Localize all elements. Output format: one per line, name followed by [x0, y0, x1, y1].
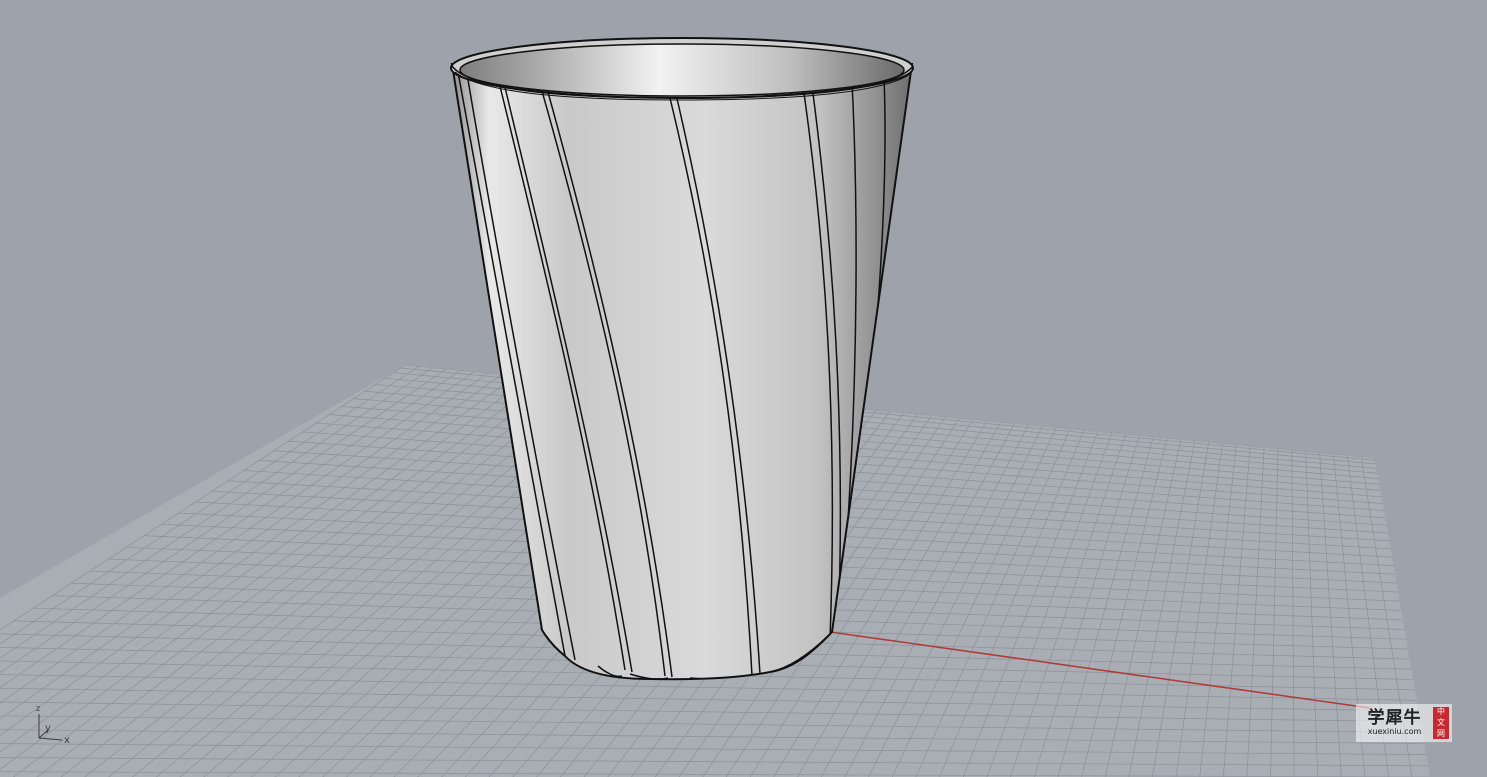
perspective-viewport[interactable]: z y x 学犀牛 xuexiniu.com 中 文 网 — [0, 0, 1487, 777]
scene-canvas[interactable] — [0, 0, 1487, 777]
watermark-url: xuexiniu.com — [1367, 726, 1422, 736]
watermark-text: 学犀牛 xuexiniu.com — [1356, 704, 1433, 742]
seal-char: 中 — [1437, 707, 1445, 717]
seal-char: 文 — [1437, 717, 1445, 727]
axis-y-label: y — [45, 723, 51, 734]
seal-char: 网 — [1437, 728, 1445, 738]
axis-x-label: x — [64, 735, 70, 746]
watermark-name: 学犀牛 — [1367, 707, 1422, 728]
cup-rim-inner — [459, 43, 905, 97]
axis-z-label: z — [36, 704, 41, 713]
world-axes-indicator: z y x — [30, 702, 80, 750]
watermark-logo: 学犀牛 xuexiniu.com 中 文 网 — [1356, 704, 1452, 742]
watermark-seal: 中 文 网 — [1433, 707, 1449, 739]
